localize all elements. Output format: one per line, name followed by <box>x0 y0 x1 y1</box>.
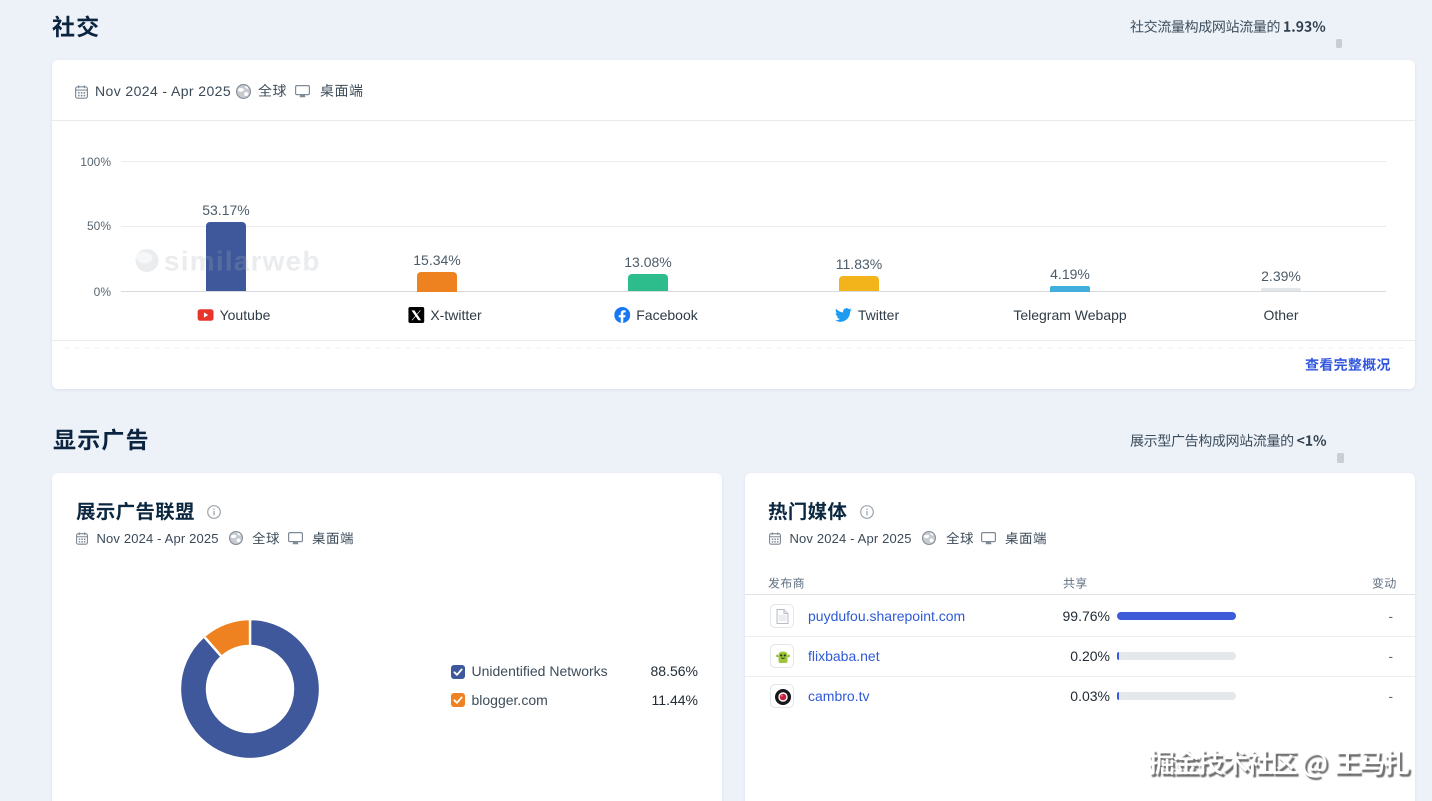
svg-text:similarweb: similarweb <box>164 246 321 276</box>
